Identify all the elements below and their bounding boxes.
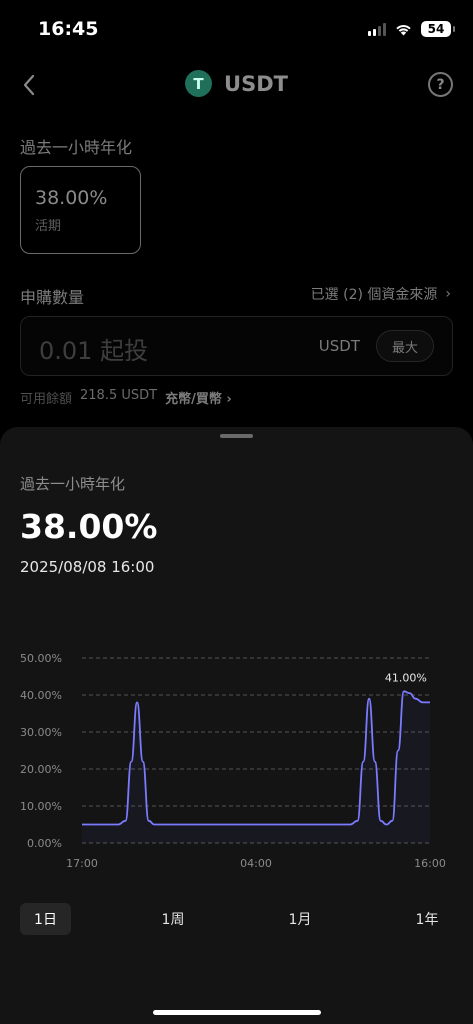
battery-icon: 54 — [421, 21, 455, 37]
peak-value-label: 41.00% — [385, 671, 427, 684]
x-tick-label: 04:00 — [240, 857, 272, 870]
help-button[interactable]: ? — [428, 72, 453, 97]
home-indicator[interactable] — [153, 1010, 321, 1015]
page-title: USDT — [224, 71, 288, 96]
status-bar: 16:45 54 — [0, 0, 473, 58]
balance-label: 可用餘額 — [20, 392, 73, 407]
sheet-apr-value: 38.00% — [20, 507, 158, 546]
subscription-amount-label: 申購數量 — [20, 288, 85, 307]
tab-1d[interactable]: 1日 — [20, 903, 71, 935]
balance-row: 可用餘額 218.5 USDT 充幣/買幣 › — [20, 388, 232, 407]
apr-card[interactable]: 38.00% 活期 — [20, 166, 141, 254]
sheet-timestamp: 2025/08/08 16:00 — [20, 558, 155, 576]
amount-field[interactable]: 0.01 起投 USDT 最大 — [20, 316, 453, 376]
sheet-apr-label: 過去一小時年化 — [20, 475, 126, 493]
cellular-signal-icon — [368, 22, 386, 36]
status-time: 16:45 — [38, 18, 99, 40]
fund-source-link[interactable]: 已選 (2) 個資金來源 › — [311, 284, 451, 304]
max-button[interactable]: 最大 — [376, 330, 434, 362]
page-title-group: T USDT — [0, 70, 473, 97]
sheet-grabber[interactable] — [220, 434, 253, 438]
y-tick-label: 40.00% — [20, 689, 62, 702]
status-icons: 54 — [368, 21, 455, 37]
tab-1w[interactable]: 1周 — [147, 903, 199, 935]
range-tabs: 1日 1周 1月 1年 — [20, 903, 453, 935]
deposit-buy-link[interactable]: 充幣/買幣 › — [165, 388, 232, 407]
nav-header: T USDT ? — [0, 58, 473, 112]
apr-line-chart[interactable]: 0.00% 10.00% 20.00% 30.00% 40.00% 50.00% 17:00… — [0, 637, 473, 877]
y-tick-label: 30.00% — [20, 726, 62, 739]
balance-value: 218.5 USDT — [80, 388, 158, 403]
tab-1m[interactable]: 1月 — [274, 903, 326, 935]
apr-card-value: 38.00% — [35, 187, 108, 209]
wifi-icon — [396, 25, 411, 36]
y-tick-label: 20.00% — [20, 763, 62, 776]
fund-source-text: 已選 (2) 個資金來源 — [310, 287, 438, 303]
apr-label: 過去一小時年化 — [20, 138, 133, 157]
x-tick-label: 16:00 — [414, 857, 446, 870]
y-tick-label: 50.00% — [20, 652, 62, 665]
amount-unit: USDT — [318, 337, 360, 355]
series-area — [82, 691, 430, 843]
x-tick-label: 17:00 — [66, 857, 98, 870]
y-tick-label: 0.00% — [27, 837, 62, 850]
amount-input-placeholder: 0.01 起投 — [39, 337, 149, 365]
y-tick-label: 10.00% — [20, 800, 62, 813]
chevron-right-icon: › — [445, 286, 451, 302]
apr-history-sheet: 過去一小時年化 38.00% 2025/08/08 16:00 0.00% 10.… — [0, 427, 473, 1024]
tab-1y[interactable]: 1年 — [401, 903, 453, 935]
apr-card-type: 活期 — [35, 219, 62, 234]
usdt-token-icon: T — [185, 70, 213, 97]
